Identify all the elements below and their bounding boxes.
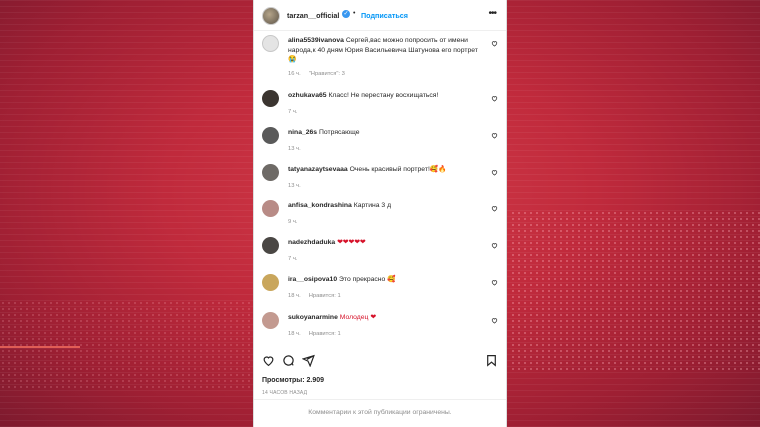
comment-time: 13 ч. xyxy=(288,183,301,189)
comment-text: anfisa_kondrashina Картина 3 д xyxy=(288,201,483,211)
share-icon[interactable] xyxy=(302,354,315,367)
comment-meta: 18 ч. Нравится: 1 xyxy=(288,293,349,299)
post-header: tarzan__official ✓ • Подписаться ••• xyxy=(254,0,506,31)
comment-likes[interactable]: "Нравится": 3 xyxy=(309,71,345,77)
comment-text: alina5539ivanova Сергей,вас можно попрос… xyxy=(288,36,483,65)
comment-meta: 7 ч. xyxy=(288,256,305,262)
comment-like-heart-icon[interactable] xyxy=(491,317,498,324)
comment-body: Это прекрасно 🥰 xyxy=(339,276,396,283)
comment-body: Класс! Не перестану восхищаться! xyxy=(328,92,439,99)
comment-time: 7 ч. xyxy=(288,256,298,262)
comment-username[interactable]: nadezhdaduka xyxy=(288,239,335,246)
background-dots xyxy=(510,210,760,370)
header-separator: • xyxy=(353,10,356,17)
comment-like-heart-icon[interactable] xyxy=(491,279,498,286)
comment-time: 16 ч. xyxy=(288,71,301,77)
comment-likes[interactable]: Нравится: 1 xyxy=(309,293,341,299)
comment-text: ira__osipova10 Это прекрасно 🥰 xyxy=(288,275,483,285)
avatar[interactable] xyxy=(262,127,279,144)
comment-body: Картина 3 д xyxy=(353,202,392,209)
comment-body: Очень красивый портрет!🥰🔥 xyxy=(349,166,447,173)
comment-username[interactable]: ira__osipova10 xyxy=(288,276,337,283)
comment-time: 9 ч. xyxy=(288,219,298,225)
avatar[interactable] xyxy=(262,35,279,52)
comment-time: 7 ч. xyxy=(288,109,298,115)
comment-time: 13 ч. xyxy=(288,146,301,152)
avatar[interactable] xyxy=(262,312,279,329)
comment-meta: 16 ч. "Нравится": 3 xyxy=(288,71,353,77)
comment-text: nadezhdaduka ❤❤❤❤❤ xyxy=(288,238,483,248)
comment-body: Потрясающе xyxy=(318,129,360,136)
comment-username[interactable]: tatyanazaytsevaaa xyxy=(288,166,348,173)
comment-text: ozhukava65 Класс! Не перестану восхищать… xyxy=(288,91,483,101)
avatar[interactable] xyxy=(262,274,279,291)
comment-meta: 13 ч. xyxy=(288,146,309,152)
comment-username[interactable]: nina_26s xyxy=(288,129,317,136)
views-count[interactable]: Просмотры: 2.909 xyxy=(262,377,324,384)
comment-icon[interactable] xyxy=(282,354,295,367)
comment-like-heart-icon[interactable] xyxy=(491,242,498,249)
more-options-icon[interactable]: ••• xyxy=(488,8,496,19)
comment-meta: 18 ч. Нравится: 1 xyxy=(288,331,349,337)
comment-time: 18 ч. xyxy=(288,293,301,299)
header-avatar[interactable] xyxy=(262,7,280,25)
avatar[interactable] xyxy=(262,237,279,254)
comment-username[interactable]: ozhukava65 xyxy=(288,92,327,99)
action-bar xyxy=(254,349,506,373)
comment-text: sukoyanarmine Молодец ❤ xyxy=(288,313,483,323)
bookmark-icon[interactable] xyxy=(485,354,498,367)
comment-text: tatyanazaytsevaaa Очень красивый портрет… xyxy=(288,165,483,175)
post-panel: tarzan__official ✓ • Подписаться ••• ali… xyxy=(253,0,507,427)
comment-like-heart-icon[interactable] xyxy=(491,169,498,176)
avatar[interactable] xyxy=(262,164,279,181)
post-timestamp: 14 ЧАСОВ НАЗАД xyxy=(262,390,308,396)
comment-username[interactable]: sukoyanarmine xyxy=(288,314,338,321)
comment-body: Молодец ❤ xyxy=(339,314,377,321)
comment-body: ❤❤❤❤❤ xyxy=(337,239,366,246)
comment-meta: 9 ч. xyxy=(288,219,305,225)
background-dots-left xyxy=(0,300,250,390)
avatar[interactable] xyxy=(262,200,279,217)
verified-badge-icon: ✓ xyxy=(342,10,350,18)
comment-like-heart-icon[interactable] xyxy=(491,95,498,102)
comment-text: nina_26s Потрясающе xyxy=(288,128,483,138)
comment-likes[interactable]: Нравится: 1 xyxy=(309,331,341,337)
heart-icon[interactable] xyxy=(262,354,275,367)
comments-restricted-notice: Комментарии к этой публикации ограничены… xyxy=(254,399,506,427)
comment-username[interactable]: anfisa_kondrashina xyxy=(288,202,352,209)
background-line xyxy=(0,346,80,348)
avatar[interactable] xyxy=(262,90,279,107)
header-username[interactable]: tarzan__official xyxy=(287,11,339,20)
comment-username[interactable]: alina5539ivanova xyxy=(288,37,344,44)
comment-like-heart-icon[interactable] xyxy=(491,40,498,47)
comment-time: 18 ч. xyxy=(288,331,301,337)
comment-like-heart-icon[interactable] xyxy=(491,205,498,212)
comment-meta: 13 ч. xyxy=(288,183,309,189)
comment-like-heart-icon[interactable] xyxy=(491,132,498,139)
comment-meta: 7 ч. xyxy=(288,109,305,115)
follow-button[interactable]: Подписаться xyxy=(361,11,408,20)
